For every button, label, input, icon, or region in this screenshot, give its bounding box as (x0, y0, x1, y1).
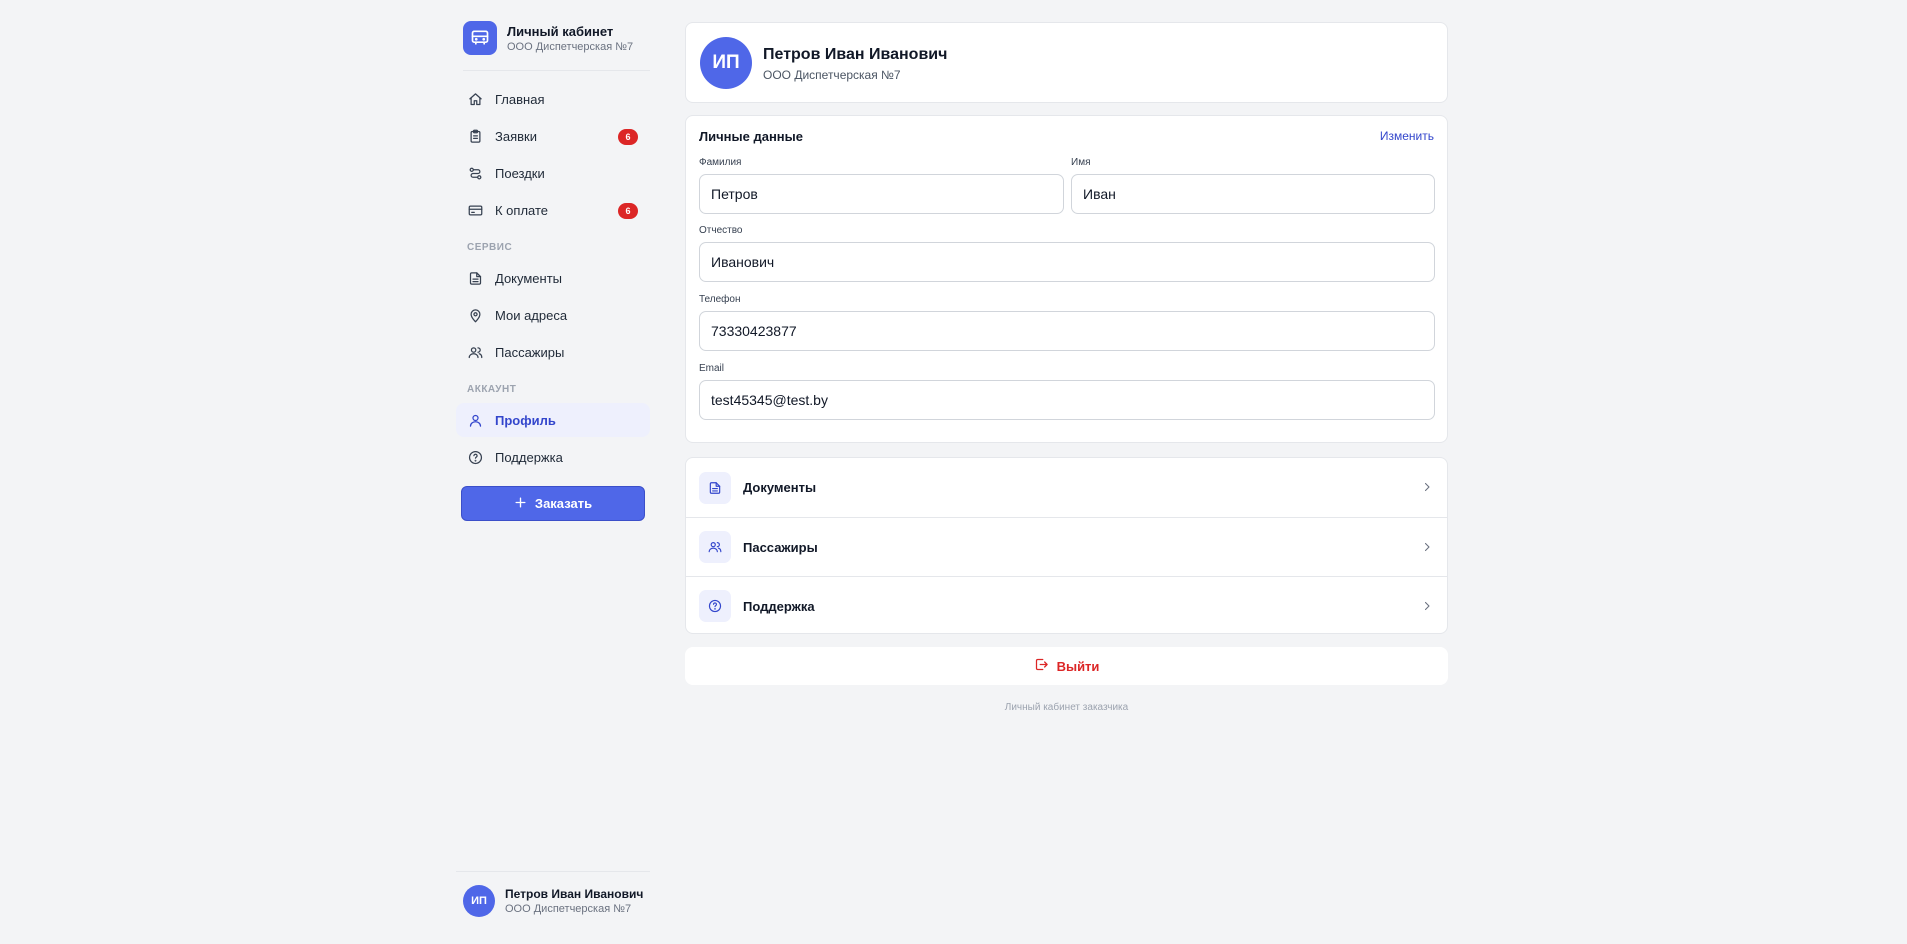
user-org: ООО Диспетчерская №7 (505, 903, 632, 915)
sidebar-item-label: Главная (495, 91, 545, 107)
last-name-label: Фамилия (699, 157, 742, 168)
help-circle-icon (467, 449, 483, 465)
brand-subtitle: ООО Диспетчерская №7 (507, 41, 634, 53)
payment-count-badge: 6 (618, 203, 638, 219)
sidebar-item-trips[interactable]: Поездки (456, 156, 650, 190)
chevron-right-icon (1421, 540, 1433, 559)
quick-links-card: Документы Пассажиры Поддержка (685, 457, 1448, 634)
plus-icon (514, 496, 527, 512)
logout-label: Выйти (1056, 658, 1100, 674)
footer-note: Личный кабинет заказчика (1004, 702, 1129, 713)
help-circle-icon (699, 590, 731, 622)
link-support[interactable]: Поддержка (686, 576, 1447, 633)
document-icon (699, 471, 731, 504)
section-label-account: АККАУНТ (467, 384, 517, 395)
avatar: ИП (700, 37, 752, 89)
section-label-service: СЕРВИС (467, 242, 513, 253)
avatar: ИП (463, 885, 495, 917)
users-icon (467, 344, 483, 360)
sidebar-item-requests[interactable]: Заявки 6 (456, 119, 650, 153)
first-name-field[interactable] (1071, 174, 1435, 214)
sidebar-item-label: Поддержка (495, 449, 563, 465)
route-icon (467, 165, 483, 181)
link-label: Поддержка (743, 598, 815, 614)
sidebar-item-addresses[interactable]: Мои адреса (456, 298, 650, 332)
phone-field[interactable] (699, 311, 1435, 351)
link-label: Документы (743, 480, 817, 495)
sidebar: Личный кабинет ООО Диспетчерская №7 Глав… (456, 0, 650, 944)
sidebar-item-label: К оплате (495, 202, 549, 218)
sidebar-item-label: Профиль (495, 412, 556, 428)
user-name: Петров Иван Иванович (505, 887, 644, 901)
sidebar-item-label: Документы (495, 270, 563, 286)
sidebar-item-support[interactable]: Поддержка (456, 440, 650, 474)
profile-org: ООО Диспетчерская №7 (763, 68, 901, 82)
last-name-field[interactable] (699, 174, 1064, 214)
section-title: Личные данные (699, 129, 803, 144)
sidebar-item-profile[interactable]: Профиль (456, 403, 650, 437)
clipboard-icon (467, 128, 483, 144)
middle-name-label: Отчество (699, 225, 743, 236)
personal-data-card: Личные данные Изменить Фамилия Имя Отчес… (685, 115, 1448, 443)
document-icon (467, 270, 483, 286)
brand-title: Личный кабинет (507, 24, 614, 39)
sidebar-item-home[interactable]: Главная (456, 82, 650, 116)
sidebar-item-payment[interactable]: К оплате 6 (456, 193, 650, 227)
profile-card: ИП Петров Иван Иванович ООО Диспетчерска… (685, 22, 1448, 103)
users-icon (699, 531, 731, 563)
credit-card-icon (467, 202, 483, 218)
sidebar-item-documents[interactable]: Документы (456, 261, 650, 295)
edit-link[interactable]: Изменить (1380, 129, 1434, 143)
sidebar-item-label: Пассажиры (495, 344, 565, 360)
chevron-right-icon (1421, 599, 1433, 618)
brand-header: Личный кабинет ООО Диспетчерская №7 (463, 21, 650, 71)
bus-icon (463, 21, 497, 55)
requests-count-badge: 6 (618, 129, 638, 145)
chevron-right-icon (1421, 480, 1433, 499)
user-icon (467, 412, 483, 428)
email-label: Email (699, 363, 725, 374)
first-name-label: Имя (1071, 157, 1091, 168)
sidebar-item-label: Мои адреса (495, 307, 568, 323)
order-button-label: Заказать (534, 496, 593, 511)
link-documents[interactable]: Документы (686, 458, 1447, 517)
middle-name-field[interactable] (699, 242, 1435, 282)
sidebar-item-passengers[interactable]: Пассажиры (456, 335, 650, 369)
email-field[interactable] (699, 380, 1435, 420)
link-label: Пассажиры (743, 539, 818, 555)
sidebar-item-label: Заявки (495, 128, 537, 144)
logout-icon (1034, 657, 1049, 675)
order-button[interactable]: Заказать (461, 486, 645, 521)
link-passengers[interactable]: Пассажиры (686, 517, 1447, 576)
phone-label: Телефон (699, 294, 741, 305)
home-icon (467, 91, 483, 107)
logout-button[interactable]: Выйти (685, 647, 1448, 685)
sidebar-user[interactable]: ИП Петров Иван Иванович ООО Диспетчерска… (456, 871, 650, 921)
map-pin-icon (467, 307, 483, 323)
sidebar-item-label: Поездки (495, 165, 545, 181)
profile-name: Петров Иван Иванович (763, 46, 948, 63)
